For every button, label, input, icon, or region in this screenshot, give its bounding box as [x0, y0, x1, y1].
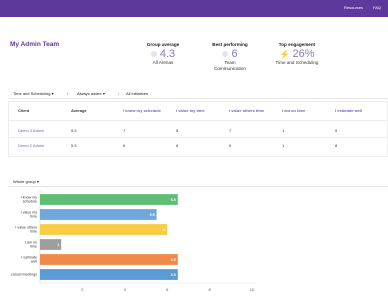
column-header-know-schedule[interactable]: I know my schedule [123, 108, 161, 113]
stat-best-performing: Best performing 6 Team Communication [204, 42, 256, 71]
table-cell: 5 [176, 128, 179, 133]
table-cell: 8 [335, 143, 338, 148]
frequency-dropdown[interactable]: Always aware ▾ [77, 91, 105, 96]
table-cell: 1 [282, 143, 285, 148]
stat-sub: Time and Scheduling [275, 60, 319, 65]
arena-dropdown[interactable]: Time and Scheduling ▾ [13, 91, 54, 96]
resources-link[interactable]: Resources [344, 5, 363, 10]
client-link[interactable]: Demo 3 Admin [18, 128, 44, 133]
client-link[interactable]: Demo 2 Admin [18, 143, 44, 148]
column-header-on-time[interactable]: I am on time [282, 108, 305, 113]
chevron-down-icon: ▾ [36, 179, 39, 184]
table-cell: 6 [123, 143, 126, 148]
group-dropdown[interactable]: Whole group ▾ [13, 179, 39, 184]
chevron-down-icon: ▾ [51, 91, 54, 96]
top-bar [0, 0, 388, 17]
column-header-value-time[interactable]: I value my time [176, 108, 205, 113]
frequency-dropdown-label: Always aware [77, 91, 102, 96]
table-cell: 5 [229, 143, 232, 148]
table-cell: 7 [123, 128, 126, 133]
divider [8, 98, 388, 99]
table-cell: 1 [282, 128, 285, 133]
table-cell: 5 [335, 128, 338, 133]
column-header-estimate-well[interactable]: I estimate well [335, 108, 362, 113]
group-dropdown-label: Whole group [13, 179, 36, 184]
stat-value: 4.3 [159, 48, 176, 60]
stat-label: Top engagement [278, 42, 316, 47]
faq-link[interactable]: FAQ [373, 5, 381, 10]
stat-label: Best performing [212, 42, 248, 47]
table-cell: 7 [229, 128, 232, 133]
table-cell: 5.5 [71, 128, 77, 133]
row-divider [9, 137, 388, 138]
lightning-icon: ⚡ [279, 49, 290, 59]
table-cell: 6 [176, 143, 179, 148]
column-header-value-others-time[interactable]: I value others time [229, 108, 264, 113]
table-cell: 5.5 [71, 143, 77, 148]
stat-value: 26% [292, 48, 315, 60]
arena-dropdown-label: Time and Scheduling [13, 91, 51, 96]
stat-sub: All Arenas [152, 60, 174, 65]
filter-separator: / [118, 91, 120, 96]
initiatives-filter[interactable]: All initiatives [126, 91, 148, 96]
column-header-average[interactable]: Average [71, 108, 87, 113]
stat-group-average: Group average 4.3 All Arenas [139, 42, 187, 66]
circle-icon [222, 51, 229, 57]
stat-sub-line2: Communication [214, 65, 246, 71]
chevron-down-icon: ▾ [102, 91, 105, 96]
page-title: My Admin Team [10, 41, 60, 48]
stat-value: 6 [231, 48, 238, 60]
chart-container [8, 186, 388, 296]
row-divider [9, 120, 388, 121]
filter-separator: / [67, 91, 69, 96]
column-header-client[interactable]: Client [18, 108, 29, 113]
stat-label: Group average [146, 42, 180, 47]
circle-icon [150, 51, 157, 57]
stat-top-engagement: Top engagement ⚡ 26% Time and Scheduling [268, 42, 326, 66]
